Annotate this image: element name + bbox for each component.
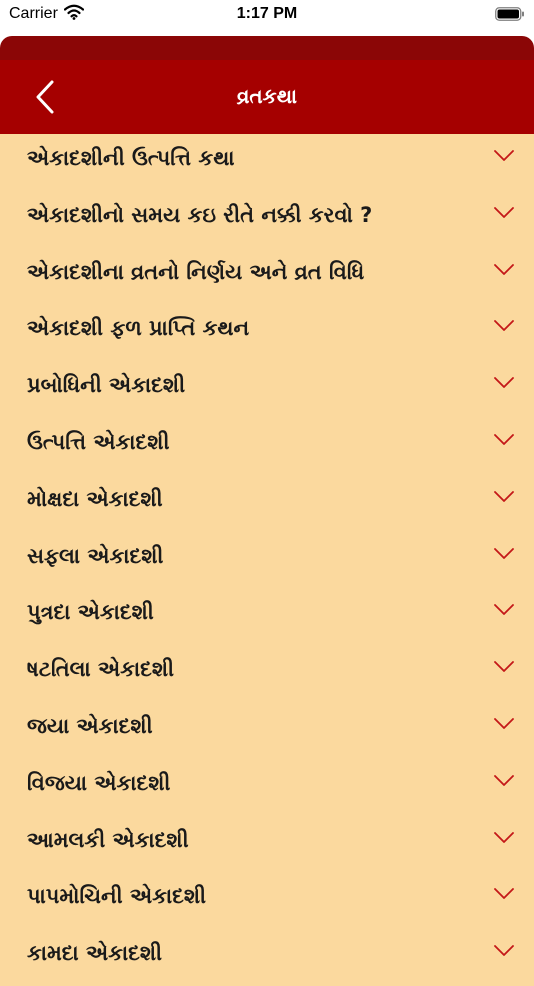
chevron-down-icon[interactable] xyxy=(494,318,514,332)
list-item-label: મોક્ષદા એકાદશી xyxy=(27,486,163,511)
list-item[interactable]: એકાદશીની ઉત્પત્તિ કથા xyxy=(0,134,534,191)
list-item[interactable]: મોક્ષદા એકાદશી xyxy=(0,475,534,532)
chevron-down-icon[interactable] xyxy=(494,489,514,503)
chevron-down-icon[interactable] xyxy=(494,659,514,673)
list-item[interactable]: કામદા એકાદશી xyxy=(0,929,534,986)
list-item[interactable]: આમલકી એકાદશી xyxy=(0,816,534,873)
list-item-label: એકાદશીની ઉત્પત્તિ કથા xyxy=(27,146,235,170)
list-item[interactable]: વિજયા એકાદશી xyxy=(0,759,534,816)
list-item-label: પુત્રદા એકાદશી xyxy=(27,600,154,625)
list-item-label: કામદા એકાદશી xyxy=(27,941,163,966)
list-item[interactable]: સફલા એકાદશી xyxy=(0,532,534,589)
chevron-down-icon[interactable] xyxy=(494,773,514,787)
chevron-down-icon[interactable] xyxy=(494,886,514,900)
battery-icon xyxy=(495,7,525,26)
chevron-down-icon[interactable] xyxy=(494,602,514,616)
chevron-down-icon[interactable] xyxy=(494,375,514,389)
chevron-down-icon[interactable] xyxy=(494,205,514,219)
list-item[interactable]: પાપમોચિની એકાદશી xyxy=(0,872,534,929)
list-item[interactable]: એકાદશીનો સમય કઇ રીતે નક્કી કરવો ? xyxy=(0,191,534,248)
list-item-label: પ્રબોધિની એકાદશી xyxy=(27,373,186,398)
list-item-label: એકાદશીના વ્રતનો નિર્ણય અને વ્રત વિધિ xyxy=(27,259,365,284)
chevron-down-icon[interactable] xyxy=(494,546,514,560)
chevron-down-icon[interactable] xyxy=(494,432,514,446)
chevron-down-icon[interactable] xyxy=(494,943,514,957)
list-item-label: વિજયા એકાદશી xyxy=(27,770,171,795)
chevron-down-icon[interactable] xyxy=(494,148,514,162)
status-time: 1:17 PM xyxy=(236,5,298,22)
list-item-label: ષટતિલા એકાદશી xyxy=(27,657,175,682)
sheet-edge xyxy=(0,32,534,62)
list-item[interactable]: પ્રબોધિની એકાદશી xyxy=(0,361,534,418)
list-item-label: ઉત્પત્તિ એકાદશી xyxy=(27,429,170,454)
navigation-bar: વ્રતકથા xyxy=(0,60,534,134)
vrat-katha-list: એકાદશીની ઉત્પત્તિ કથા એકાદશીનો સમય કઇ રીત… xyxy=(0,134,534,986)
list-item-label: સફલા એકાદશી xyxy=(27,543,164,568)
list-item[interactable]: ષટતિલા એકાદશી xyxy=(0,645,534,702)
list-item[interactable]: ઉત્પત્તિ એકાદશી xyxy=(0,418,534,475)
list-item-label: એકાદશી ફળ પ્રાપ્તિ કથન xyxy=(27,316,250,341)
chevron-down-icon[interactable] xyxy=(494,716,514,730)
list-item-label: એકાદશીનો સમય કઇ રીતે નક્કી કરવો ? xyxy=(27,202,373,227)
list-item[interactable]: જયા એકાદશી xyxy=(0,702,534,759)
list-item-label: પાપમોચિની એકાદશી xyxy=(27,884,207,909)
list-item-label: જયા એકાદશી xyxy=(27,713,153,738)
list-item[interactable]: એકાદશી ફળ પ્રાપ્તિ કથન xyxy=(0,304,534,361)
chevron-down-icon[interactable] xyxy=(494,262,514,276)
chevron-down-icon[interactable] xyxy=(494,830,514,844)
page-title: વ્રતકથા xyxy=(236,84,298,108)
list-item[interactable]: પુત્રદા એકાદશી xyxy=(0,588,534,645)
list-item-label: આમલકી એકાદશી xyxy=(27,827,189,852)
status-bar: Carrier 1:17 PM xyxy=(0,0,534,32)
sheet-top xyxy=(0,36,534,62)
list-item[interactable]: એકાદશીના વ્રતનો નિર્ણય અને વ્રત વિધિ xyxy=(0,248,534,305)
